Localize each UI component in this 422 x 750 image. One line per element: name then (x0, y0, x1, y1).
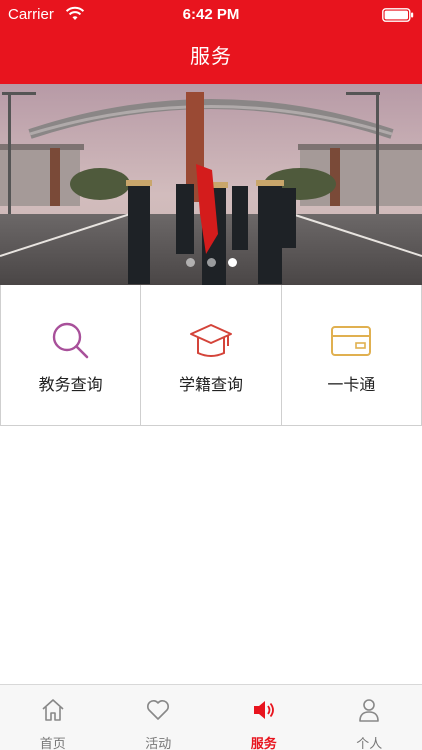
heart-icon (147, 700, 170, 720)
tab-activities[interactable]: 活动 (106, 685, 212, 750)
service-label: 教务查询 (38, 375, 103, 394)
speaker-icon (253, 701, 274, 719)
service-student-status-query[interactable]: 学籍查询 (141, 285, 282, 425)
page-dot-active[interactable] (227, 258, 237, 267)
page-title: 服务 (190, 44, 232, 68)
service-label: 学籍查询 (178, 375, 243, 394)
tab-label: 个人 (356, 737, 383, 750)
tab-bar: 首页 活动 服务 个人 (0, 684, 422, 750)
banner-carousel[interactable] (0, 84, 422, 285)
status-time: 6:42 PM (182, 6, 240, 23)
service-label: 一卡通 (327, 375, 376, 394)
tab-label: 服务 (250, 737, 277, 750)
status-bar: Carrier 6:42 PM (0, 0, 422, 30)
card-icon (331, 326, 372, 356)
page-dot[interactable] (185, 258, 195, 267)
service-academic-query[interactable]: 教务查询 (0, 285, 142, 425)
home-icon (42, 699, 64, 721)
services-grid: 教务查询 学籍查询 一卡通 (0, 285, 422, 426)
graduation-cap-icon (189, 324, 232, 357)
service-campus-card[interactable]: 一卡通 (281, 285, 422, 425)
person-icon (359, 699, 380, 722)
battery-icon (382, 8, 414, 22)
search-icon (52, 322, 88, 359)
page-dot[interactable] (206, 258, 216, 267)
header: Carrier 6:42 PM 服务 (0, 0, 422, 84)
tab-label: 首页 (39, 737, 66, 750)
tab-label: 活动 (145, 737, 172, 750)
tab-profile[interactable]: 个人 (317, 685, 422, 750)
tab-services[interactable]: 服务 (211, 685, 317, 750)
tab-home[interactable]: 首页 (0, 685, 106, 750)
page-indicator[interactable] (0, 252, 422, 271)
